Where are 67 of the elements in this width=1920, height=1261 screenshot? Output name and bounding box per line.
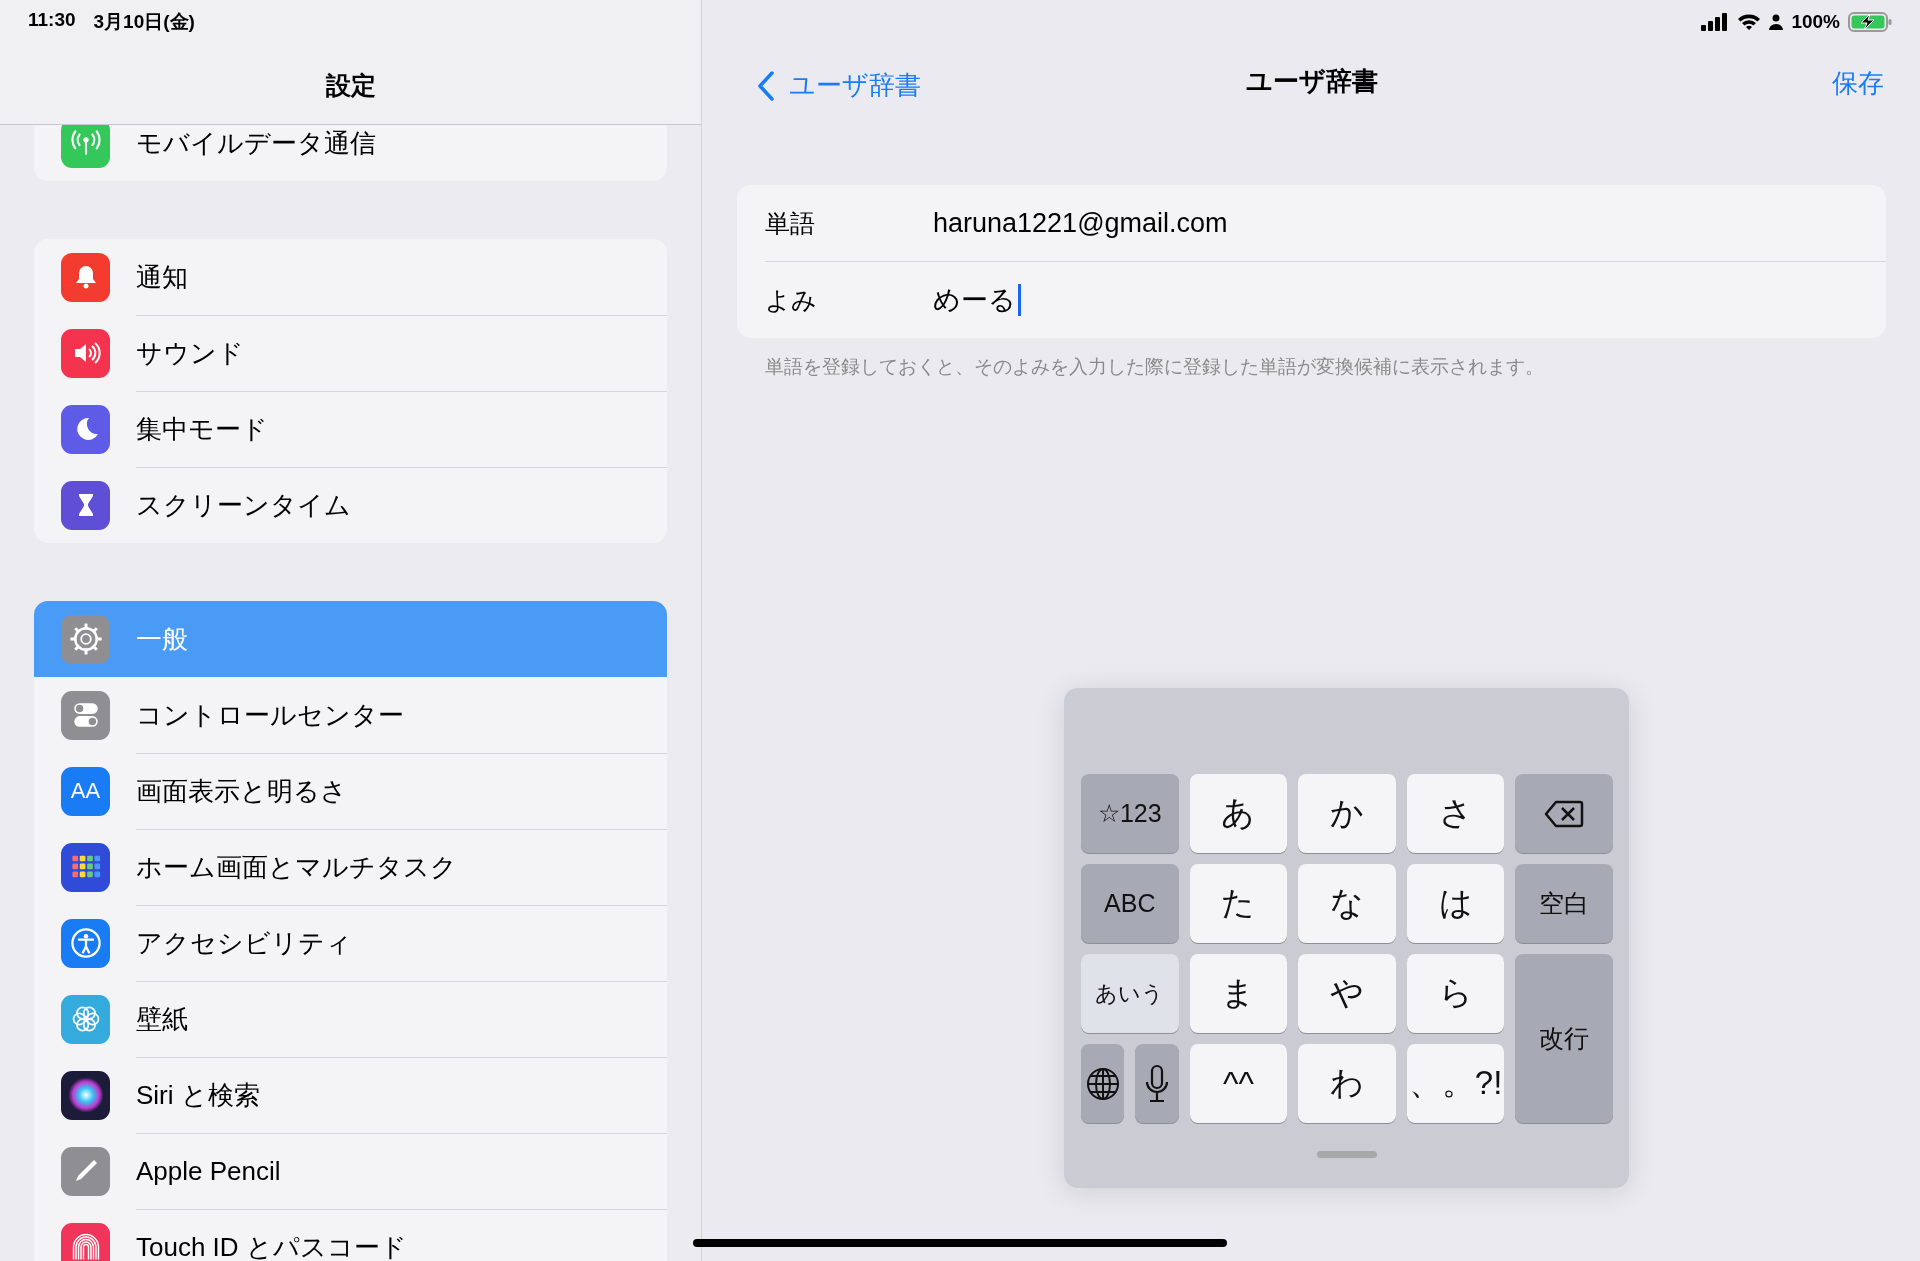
field-label: 単語 [765, 207, 816, 239]
settings-row[interactable]: 通知 [34, 239, 667, 315]
battery-percent: 100% [1791, 11, 1840, 33]
settings-row[interactable]: Siri と検索 [34, 1057, 667, 1133]
settings-row[interactable]: Apple Pencil [34, 1133, 667, 1209]
microphone-icon [1143, 1063, 1170, 1104]
keyboard-key[interactable]: ^^ [1189, 1044, 1288, 1123]
settings-label: Touch ID とパスコード [136, 1230, 407, 1261]
keyboard-key[interactable]: わ [1298, 1044, 1396, 1123]
wifi-icon [1737, 13, 1762, 31]
settings-label: Apple Pencil [136, 1155, 281, 1187]
settings-row[interactable]: AA 画面表示と明るさ [34, 753, 667, 829]
settings-row[interactable]: スクリーンタイム [34, 467, 667, 543]
keyboard-key[interactable]: ABC [1081, 864, 1179, 943]
settings-row[interactable]: サウンド [34, 315, 667, 391]
settings-row[interactable]: Touch ID とパスコード [34, 1209, 667, 1261]
settings-label: Siri と検索 [136, 1078, 260, 1112]
settings-row[interactable]: アクセシビリティ [34, 905, 667, 981]
field-label: よみ [765, 284, 818, 316]
settings-label: 集中モード [136, 412, 268, 446]
keyboard-key[interactable]: た [1189, 864, 1288, 943]
settings-label: アクセシビリティ [136, 926, 352, 960]
sidebar-title: 設定 [325, 70, 376, 101]
keyboard-key[interactable]: な [1298, 864, 1396, 943]
signal-icon [1701, 13, 1730, 31]
settings-label: ホーム画面とマルチタスク [136, 850, 457, 884]
keyboard-key[interactable]: か [1298, 774, 1396, 853]
settings-label: モバイルデータ通信 [136, 126, 376, 160]
input-field[interactable]: haruna1221@gmail.com [933, 207, 1228, 239]
globe-icon [1084, 1065, 1121, 1102]
delete-key[interactable] [1515, 774, 1613, 853]
settings-label: 画面表示と明るさ [136, 774, 347, 808]
dictation-key[interactable] [1135, 1044, 1179, 1123]
status-time: 11:30 [28, 9, 76, 32]
settings-row[interactable]: 集中モード [34, 391, 667, 467]
keyboard-key[interactable]: は [1406, 864, 1505, 943]
settings-row[interactable]: ホーム画面とマルチタスク [34, 829, 667, 905]
keyboard-key[interactable]: ☆123 [1081, 774, 1179, 853]
settings-label: 壁紙 [136, 1002, 188, 1036]
footnote: 単語を登録しておくと、そのよみを入力した際に登録した単語が変換候補に表示されます。 [765, 355, 1545, 379]
glyph-icon: AA [61, 766, 110, 816]
keyboard-key[interactable]: 、。?! [1406, 1044, 1505, 1123]
delete-icon [1544, 798, 1585, 829]
battery-charging-icon [1848, 12, 1892, 32]
keyboard-handle[interactable] [1317, 1151, 1377, 1158]
keyboard-key[interactable]: さ [1406, 774, 1505, 853]
settings-label: サウンド [136, 336, 244, 370]
chevron-icon [757, 69, 775, 102]
keyboard-key[interactable]: あいう [1081, 954, 1179, 1033]
settings-label: コントロールセンター [136, 698, 404, 732]
settings-label: 通知 [136, 260, 188, 294]
nav-title: ユーザ辞書 [1245, 65, 1378, 98]
keyboard-key[interactable]: や [1298, 954, 1396, 1033]
input-field[interactable]: めーる [933, 282, 1021, 318]
keyboard-key[interactable]: ま [1189, 954, 1288, 1033]
settings-label: 一般 [136, 622, 188, 656]
settings-row[interactable]: モバイルデータ通信 [34, 125, 667, 181]
settings-row[interactable]: 壁紙 [34, 981, 667, 1057]
person-icon [1769, 14, 1784, 30]
keyboard-key[interactable]: ら [1406, 954, 1505, 1033]
globe-key[interactable] [1081, 1044, 1125, 1123]
keyboard-key[interactable]: 空白 [1515, 864, 1613, 943]
status-date: 3月10日(金) [93, 10, 195, 34]
keyboard-key[interactable]: あ [1189, 774, 1288, 853]
return-key[interactable]: 改行 [1515, 954, 1613, 1123]
settings-row[interactable]: コントロールセンター [34, 677, 667, 753]
settings-label: スクリーンタイム [136, 488, 351, 522]
